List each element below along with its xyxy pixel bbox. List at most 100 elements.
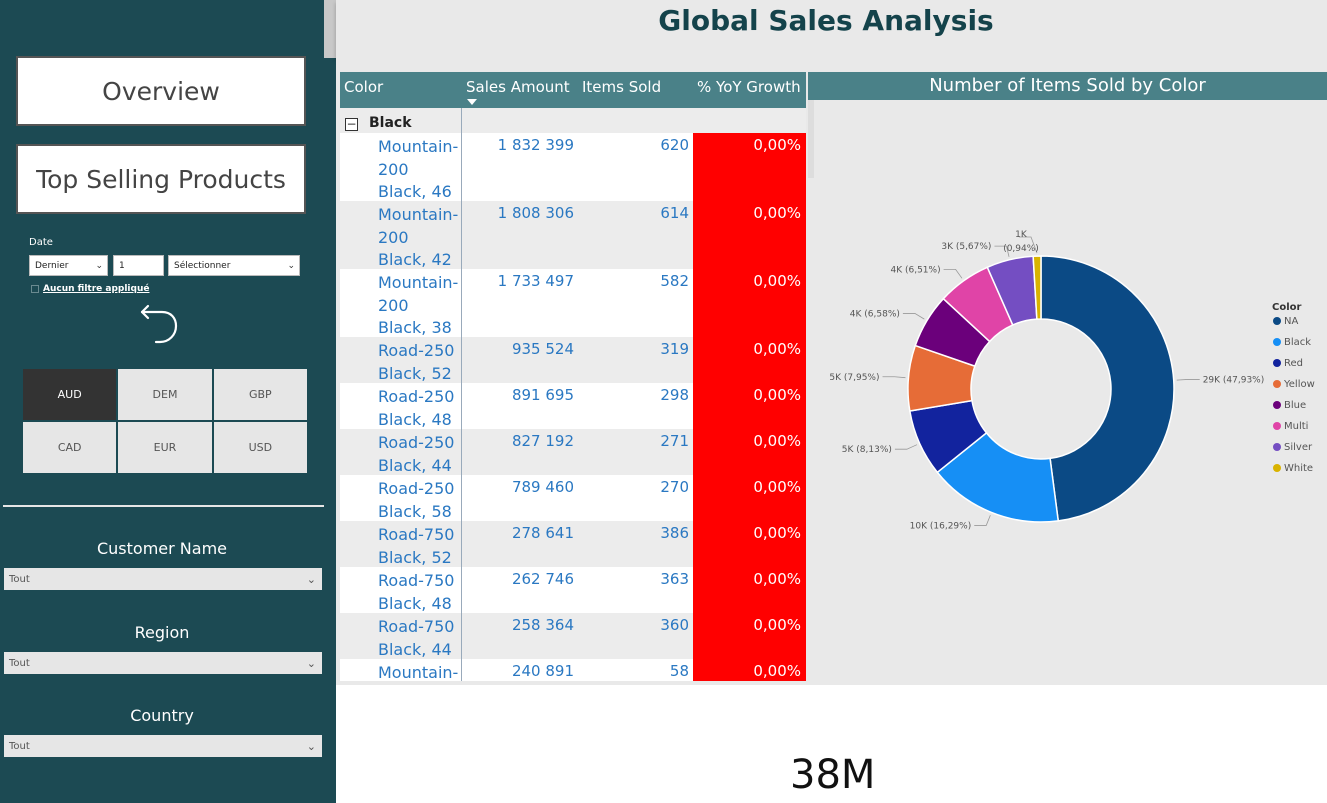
table-row[interactable]: Mountain-200 Black, 46 1 832 399 620 0,00% [340, 133, 806, 201]
leader-line [974, 515, 991, 526]
data-label: 4K (6,51%) [890, 265, 940, 275]
yoy-growth-cell: 0,00% [693, 567, 806, 613]
currency-button-gbp[interactable]: GBP [213, 369, 307, 420]
currency-button-cad[interactable]: CAD [23, 422, 117, 473]
legend-item-multi[interactable]: Multi [1284, 421, 1308, 432]
legend-marker-red [1273, 359, 1281, 367]
yoy-growth-cell: 0,00% [693, 521, 806, 567]
header-sales-amount[interactable]: Sales Amount [466, 78, 570, 96]
legend-item-white[interactable]: White [1284, 463, 1313, 474]
chevron-down-icon: ⌄ [306, 739, 316, 753]
undo-arrow-icon[interactable] [138, 302, 182, 346]
currency-button-usd[interactable]: USD [213, 422, 307, 473]
legend-marker-yellow [1273, 380, 1281, 388]
no-filter-indicator[interactable]: Aucun filtre appliqué [31, 284, 149, 294]
product-name-cell: Road-250 Black, 48 [378, 387, 455, 429]
items-sold-cell: 319 [660, 340, 689, 358]
sort-descending-icon [467, 99, 477, 105]
leader-line [902, 313, 925, 320]
table-row[interactable]: Road-750 Black, 48 262 746 363 0,00% [340, 567, 806, 613]
table-header: Color Sales Amount Items Sold % YoY Grow… [340, 72, 806, 108]
product-name-cell: Road-250 Black, 44 [378, 433, 455, 475]
yoy-growth-value: 0,00% [753, 386, 801, 404]
sales-amount-cell: 891 695 [511, 386, 574, 404]
top-selling-products-button[interactable]: Top Selling Products [16, 144, 306, 214]
currency-button-dem[interactable]: DEM [118, 369, 212, 420]
items-sold-cell: 270 [660, 478, 689, 496]
currency-button-aud[interactable]: AUD [23, 369, 117, 420]
chevron-down-icon: ⌄ [287, 260, 295, 271]
product-name-cell: Mountain-200 Black, 42 [378, 205, 459, 269]
legend-marker-na [1273, 317, 1281, 325]
customer-name-dropdown[interactable]: Tout ⌄ [4, 568, 322, 590]
product-name-cell: Mountain- [378, 663, 459, 681]
header-items-sold[interactable]: Items Sold [582, 78, 661, 96]
items-sold-cell: 620 [660, 136, 689, 154]
legend-item-blue[interactable]: Blue [1284, 400, 1306, 411]
table-row[interactable]: Road-250 Black, 52 935 524 319 0,00% [340, 337, 806, 383]
leader-line [882, 376, 906, 379]
data-label: 5K (8,13%) [842, 445, 892, 455]
sales-amount-cell: 240 891 [511, 662, 574, 680]
date-count-value: 1 [119, 260, 125, 271]
kpi-total-sales: 38M [790, 752, 876, 798]
table-row[interactable]: Road-750 Black, 52 278 641 386 0,00% [340, 521, 806, 567]
header-color[interactable]: Color [344, 78, 383, 96]
page-scrollbar-thumb[interactable] [324, 0, 336, 58]
collapse-icon[interactable]: − [345, 118, 358, 131]
items-sold-cell: 298 [660, 386, 689, 404]
legend-item-yellow[interactable]: Yellow [1283, 379, 1315, 390]
legend-marker-silver [1273, 443, 1281, 451]
data-label: 4K (6,58%) [850, 309, 900, 319]
table-row[interactable]: Road-250 Black, 48 891 695 298 0,00% [340, 383, 806, 429]
yoy-growth-cell: 0,00% [693, 429, 806, 475]
legend-item-red[interactable]: Red [1284, 358, 1303, 369]
legend-item-black[interactable]: Black [1284, 337, 1311, 348]
items-sold-cell: 58 [669, 662, 689, 680]
items-sold-cell: 271 [660, 432, 689, 450]
items-sold-cell: 582 [660, 272, 689, 290]
date-unit-dropdown[interactable]: Sélectionner ⌄ [168, 255, 300, 276]
donut-slice-na[interactable] [1040, 255, 1175, 522]
chevron-down-icon: ⌄ [95, 260, 103, 271]
legend-marker-multi [1273, 422, 1281, 430]
sales-amount-cell: 1 808 306 [497, 204, 574, 222]
yoy-growth-cell: 0,00% [693, 383, 806, 429]
table-row[interactable]: Road-750 Black, 44 258 364 360 0,00% [340, 613, 806, 659]
sales-amount-cell: 827 192 [511, 432, 574, 450]
date-relative-dropdown[interactable]: Dernier ⌄ [29, 255, 108, 276]
customer-name-value: Tout [9, 573, 30, 585]
data-label: 1K [1015, 230, 1028, 240]
sales-amount-cell: 262 746 [511, 570, 574, 588]
country-dropdown[interactable]: Tout ⌄ [4, 735, 322, 757]
region-dropdown[interactable]: Tout ⌄ [4, 652, 322, 674]
items-sold-cell: 614 [660, 204, 689, 222]
legend-title: Color [1272, 302, 1302, 313]
table-row[interactable]: Road-250 Black, 58 789 460 270 0,00% [340, 475, 806, 521]
legend-item-na[interactable]: NA [1284, 316, 1298, 327]
table-row[interactable]: Road-250 Black, 44 827 192 271 0,00% [340, 429, 806, 475]
table-row[interactable]: Mountain- 240 891 58 0,00% [340, 659, 806, 681]
table-row[interactable]: Mountain-200 Black, 42 1 808 306 614 0,00% [340, 201, 806, 269]
legend-item-silver[interactable]: Silver [1284, 442, 1313, 453]
date-count-input[interactable]: 1 [113, 255, 164, 276]
product-name-cell: Road-750 Black, 52 [378, 525, 455, 567]
sales-amount-cell: 278 641 [511, 524, 574, 542]
items-sold-cell: 360 [660, 616, 689, 634]
sales-amount-cell: 258 364 [511, 616, 574, 634]
table-row[interactable]: Mountain-200 Black, 38 1 733 497 582 0,00% [340, 269, 806, 337]
data-label: 10K (16,29%) [910, 521, 972, 531]
overview-button[interactable]: Overview [16, 56, 306, 126]
items-sold-cell: 386 [660, 524, 689, 542]
donut-chart: 29K (47,93%) 10K (16,29%) 5K (8,13%) 5K (7,… [829, 230, 1315, 531]
yoy-growth-cell: 0,00% [693, 613, 806, 659]
data-label: (0,94%) [1003, 244, 1039, 254]
currency-button-eur[interactable]: EUR [118, 422, 212, 473]
data-label: 3K (5,67%) [941, 242, 991, 252]
yoy-growth-value: 0,00% [753, 662, 801, 680]
yoy-growth-value: 0,00% [753, 524, 801, 542]
yoy-growth-value: 0,00% [753, 204, 801, 222]
product-name-cell: Road-250 Black, 52 [378, 341, 455, 383]
yoy-growth-value: 0,00% [753, 340, 801, 358]
header-yoy-growth[interactable]: % YoY Growth [697, 78, 801, 96]
